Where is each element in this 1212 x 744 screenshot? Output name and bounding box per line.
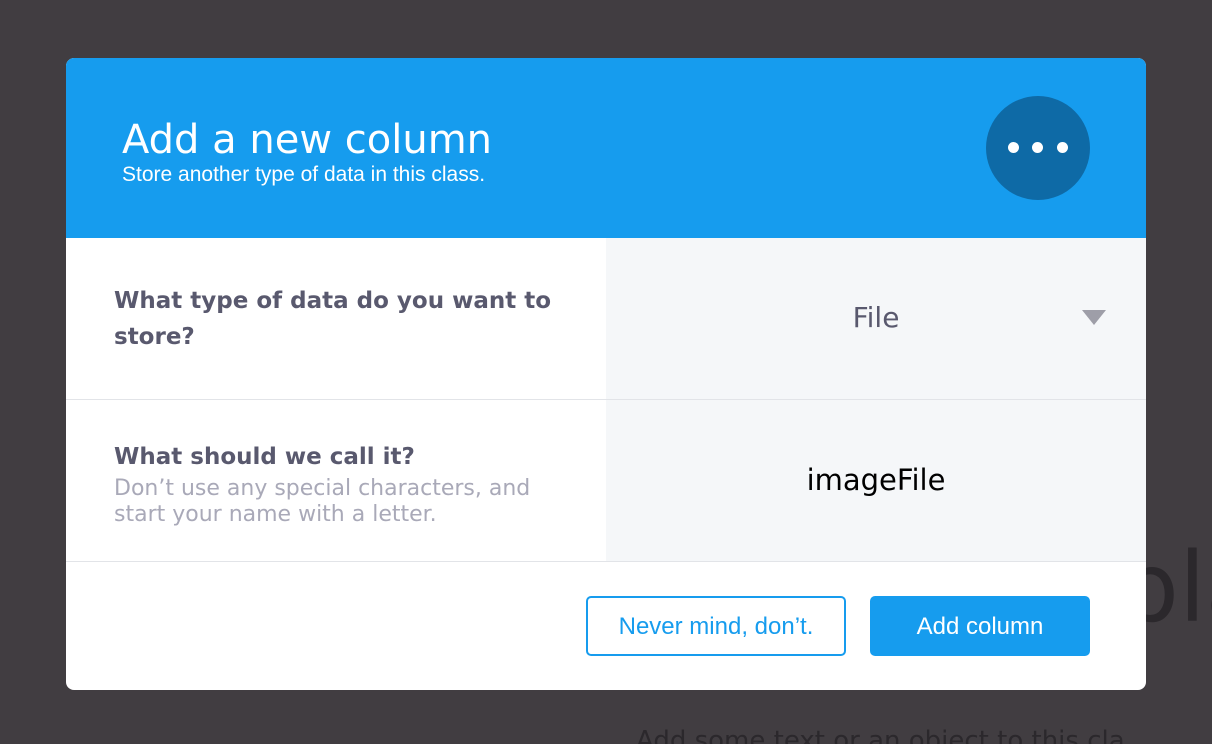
data-type-label: What type of data do you want to store? bbox=[114, 288, 552, 350]
data-type-dropdown[interactable]: File bbox=[606, 238, 1146, 399]
modal-title: Add a new column bbox=[122, 117, 493, 163]
data-type-selected-value: File bbox=[852, 301, 900, 334]
dropdown-arrow-icon bbox=[1082, 310, 1106, 325]
add-column-modal: Add a new column Store another type of d… bbox=[66, 58, 1146, 690]
column-name-label: What should we call it? bbox=[114, 444, 415, 470]
column-name-input-cell bbox=[606, 400, 1146, 561]
dot bbox=[1032, 142, 1043, 153]
dot bbox=[1008, 142, 1019, 153]
column-name-input[interactable] bbox=[606, 460, 1146, 500]
column-name-hint: Don’t use any special characters, and st… bbox=[114, 476, 531, 527]
cancel-button[interactable]: Never mind, don’t. bbox=[586, 596, 846, 656]
dot bbox=[1057, 142, 1068, 153]
column-name-row: What should we call it? Don’t use any sp… bbox=[66, 400, 1146, 562]
more-dots-icon bbox=[986, 96, 1090, 200]
modal-header: Add a new column Store another type of d… bbox=[66, 58, 1146, 238]
data-type-row: What type of data do you want to store? … bbox=[66, 238, 1146, 400]
data-type-label-cell: What type of data do you want to store? bbox=[66, 238, 606, 399]
background-text: Add some text or an object to this cla bbox=[636, 726, 1125, 744]
column-name-label-cell: What should we call it? Don’t use any sp… bbox=[66, 400, 606, 561]
add-column-button[interactable]: Add column bbox=[870, 596, 1090, 656]
modal-subtitle: Store another type of data in this class… bbox=[122, 163, 486, 186]
